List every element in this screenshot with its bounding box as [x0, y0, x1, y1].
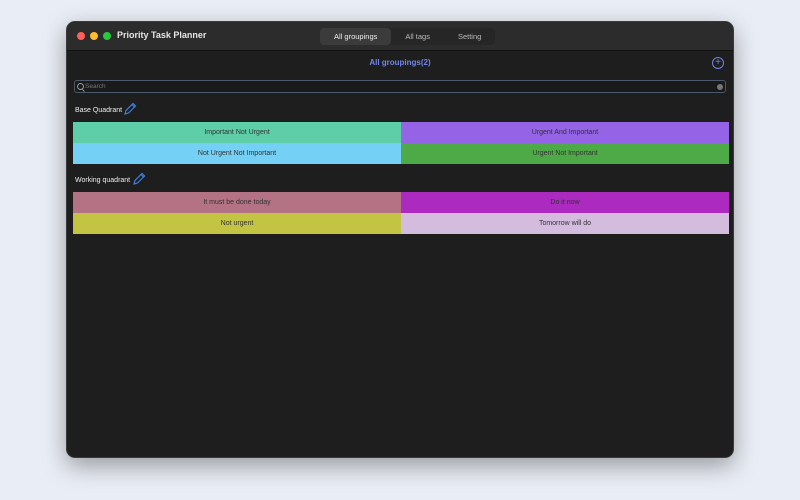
quadrant-cell[interactable]: Do it now — [401, 192, 729, 213]
quadrant-cell[interactable]: Not Urgent Not Important — [73, 143, 401, 164]
quadrant-cell[interactable]: It must be done today — [73, 192, 401, 213]
plus-circle-icon: + — [715, 57, 721, 68]
content-header: All groupings(2) + — [67, 51, 733, 73]
search-input[interactable] — [85, 81, 705, 92]
quadrant-cell[interactable]: Urgent And Important — [401, 122, 729, 143]
grouping-base-quadrant: Base Quadrant Important Not Urgent Urgen… — [73, 100, 729, 164]
quadrant-cell[interactable]: Important Not Urgent — [73, 122, 401, 143]
search-icon — [77, 83, 84, 90]
grouping-working-quadrant: Working quadrant It must be done today D… — [73, 170, 729, 234]
title-bar: Priority Task Planner All groupings All … — [67, 22, 733, 51]
minimize-button[interactable] — [90, 32, 98, 40]
pencil-icon[interactable] — [131, 171, 147, 187]
page-title: All groupings(2) — [369, 58, 431, 67]
quadrant-grid: Important Not Urgent Urgent And Importan… — [73, 122, 729, 164]
group-name: Base Quadrant — [75, 107, 123, 114]
tab-bar: All groupings All tags Setting — [320, 28, 496, 45]
add-grouping-button[interactable]: + — [712, 57, 724, 69]
tab-all-groupings[interactable]: All groupings — [320, 28, 392, 45]
close-button[interactable] — [77, 32, 85, 40]
tab-setting[interactable]: Setting — [444, 28, 495, 45]
quadrant-grid: It must be done today Do it now Not urge… — [73, 192, 729, 234]
quadrant-cell[interactable]: Not urgent — [73, 213, 401, 234]
quadrant-cell[interactable]: Urgent Not Important — [401, 143, 729, 164]
clear-icon[interactable] — [717, 84, 723, 90]
app-window: Priority Task Planner All groupings All … — [66, 21, 734, 458]
tab-all-tags[interactable]: All tags — [391, 28, 444, 45]
search-field[interactable] — [74, 80, 726, 93]
window-title: Priority Task Planner — [117, 30, 207, 40]
group-name: Working quadrant — [75, 177, 131, 184]
quadrant-cell[interactable]: Tomorrow will do — [401, 213, 729, 234]
zoom-button[interactable] — [103, 32, 111, 40]
pencil-icon[interactable] — [122, 101, 138, 117]
